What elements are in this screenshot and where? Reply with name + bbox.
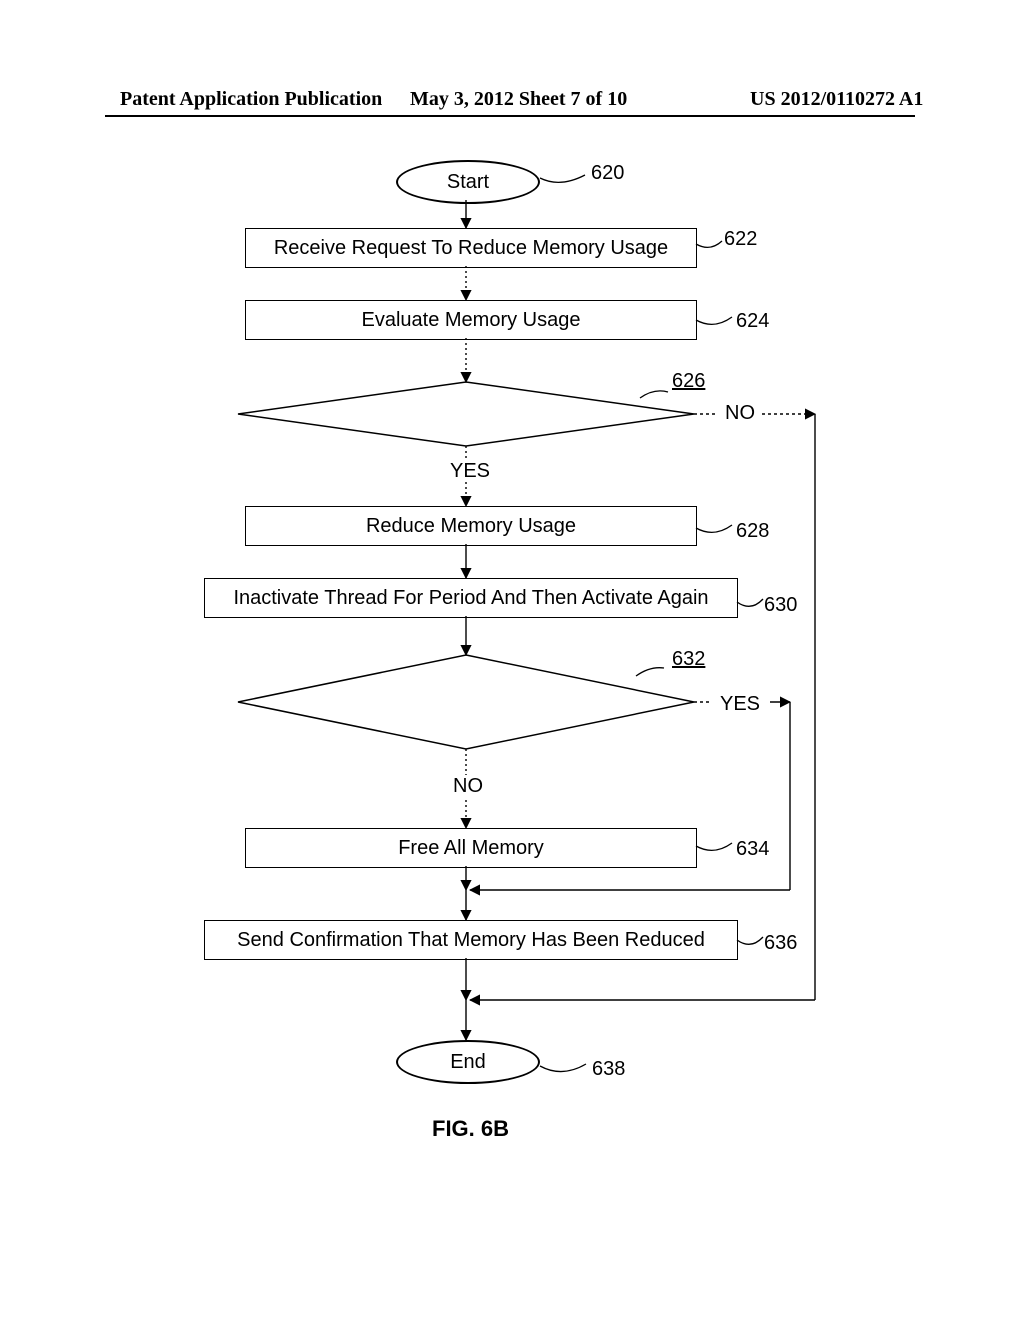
decision-632-line2: Activity Occurred During The <box>350 687 580 707</box>
ref-636: 636 <box>764 932 797 955</box>
terminator-end: End <box>396 1040 540 1084</box>
process-628-label: Reduce Memory Usage <box>366 515 576 538</box>
ref-622: 622 <box>724 228 757 251</box>
process-624: Evaluate Memory Usage <box>245 300 697 340</box>
ref-634: 634 <box>736 838 769 861</box>
process-636-label: Send Confirmation That Memory Has Been R… <box>237 929 705 952</box>
process-630-label: Inactivate Thread For Period And Then Ac… <box>233 587 708 610</box>
process-628: Reduce Memory Usage <box>245 506 697 546</box>
edge-label-626-yes: YES <box>445 460 495 483</box>
header-mid: May 3, 2012 Sheet 7 of 10 <box>410 88 627 111</box>
decision-632-label: Has Any Activity Occurred During The Per… <box>270 666 660 728</box>
process-622: Receive Request To Reduce Memory Usage <box>245 228 697 268</box>
ref-630: 630 <box>764 594 797 617</box>
ref-620: 620 <box>591 162 624 185</box>
ref-626: 626 <box>672 370 705 393</box>
decision-626-label: Can Memory Be Reduced? <box>295 404 635 425</box>
edge-label-632-no: NO <box>448 775 488 798</box>
process-634-label: Free All Memory <box>398 837 544 860</box>
header-right: US 2012/0110272 A1 <box>750 88 923 111</box>
header-rule <box>105 115 915 117</box>
ref-628: 628 <box>736 520 769 543</box>
header-left: Patent Application Publication <box>120 88 382 111</box>
terminator-start: Start <box>396 160 540 204</box>
process-634: Free All Memory <box>245 828 697 868</box>
decision-632-line1: Has Any <box>431 666 498 686</box>
edge-label-632-yes: YES <box>715 693 765 716</box>
edge-label-626-no: NO <box>720 402 760 425</box>
process-636: Send Confirmation That Memory Has Been R… <box>204 920 738 960</box>
ref-632: 632 <box>672 648 705 671</box>
figure-label: FIG. 6B <box>432 1116 509 1142</box>
decision-632-line3: Period? <box>434 707 496 727</box>
page: Patent Application Publication May 3, 20… <box>0 0 1024 1320</box>
process-622-label: Receive Request To Reduce Memory Usage <box>274 237 668 260</box>
ref-624: 624 <box>736 310 769 333</box>
process-630: Inactivate Thread For Period And Then Ac… <box>204 578 738 618</box>
terminator-end-label: End <box>450 1051 486 1074</box>
terminator-start-label: Start <box>447 171 489 194</box>
ref-638: 638 <box>592 1058 625 1081</box>
process-624-label: Evaluate Memory Usage <box>362 309 581 332</box>
